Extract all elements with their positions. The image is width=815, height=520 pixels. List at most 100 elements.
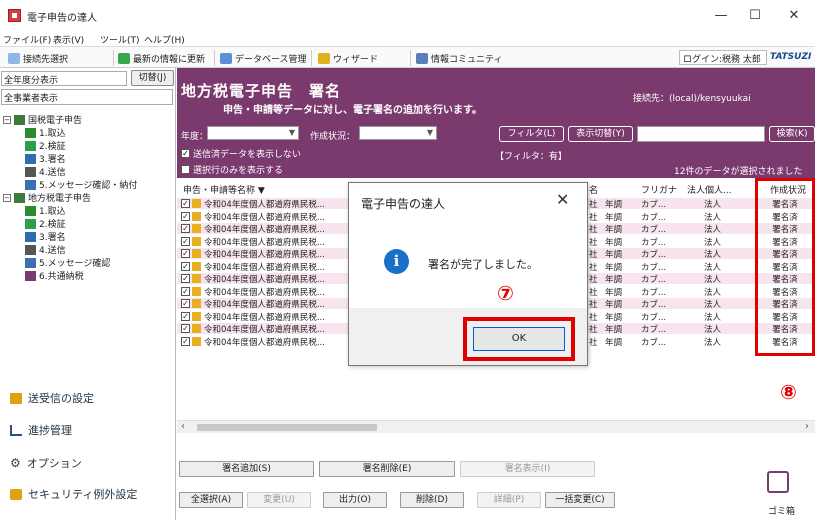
change-button[interactable]: 変更(U) — [247, 492, 311, 508]
menu-view[interactable]: 表示(V) — [53, 33, 84, 46]
collapse-icon[interactable]: − — [3, 115, 11, 124]
row-checkbox-icon[interactable]: ✓ — [181, 274, 190, 283]
scroll-thumb[interactable] — [197, 424, 377, 431]
tree-local-common-tax[interactable]: 6.共通納税 — [3, 269, 175, 282]
folder-icon — [14, 114, 25, 125]
row-type: 法人 — [704, 212, 722, 223]
nav-options[interactable]: ⚙ オプション — [10, 455, 82, 471]
row-col3: 年調 — [605, 287, 623, 298]
tree-national-send[interactable]: 4.送信 — [3, 165, 175, 178]
toolbar-separator — [214, 50, 215, 66]
hide-sent-checkbox[interactable]: ✓ 送信済データを表示しない — [181, 147, 301, 160]
row-checkbox-icon[interactable]: ✓ — [181, 261, 190, 271]
show-signature-button[interactable]: 署名表示(I) — [460, 461, 595, 477]
output-button[interactable]: 出力(O) — [323, 492, 387, 508]
scroll-right-icon[interactable]: › — [805, 421, 809, 432]
document-icon — [192, 274, 201, 283]
row-col2: 社 — [589, 312, 598, 323]
close-button[interactable]: ✕ — [779, 6, 809, 26]
detail-button[interactable]: 詳細(P) — [477, 492, 541, 508]
row-furigana: カブ... — [641, 275, 667, 285]
row-checkbox-icon[interactable]: ✓ — [181, 311, 190, 321]
row-col2: 社 — [589, 250, 598, 260]
tree-national-sign[interactable]: 3.署名 — [3, 152, 175, 165]
step-8-marker: ⑧ — [780, 380, 797, 404]
row-furigana: カブ... — [641, 312, 667, 323]
tree-local-message[interactable]: 5.メッセージ確認 — [3, 256, 175, 269]
row-checkbox-icon[interactable]: ✓ — [181, 199, 190, 208]
search-button[interactable]: 検索(K) — [769, 126, 815, 142]
horizontal-scrollbar[interactable]: ‹ › — [177, 420, 815, 433]
show-selected-checkbox[interactable]: 選択行のみを表示する — [181, 163, 283, 176]
delete-button[interactable]: 削除(D) — [400, 492, 464, 508]
dialog-close-icon[interactable]: ✕ — [556, 190, 569, 209]
nav-tree: − 国税電子申告 1.取込 2.検証 3.署名 4.送信 5.メッセージ確認・納… — [3, 113, 175, 282]
row-checkbox-icon[interactable]: ✓ — [181, 324, 190, 333]
col-header-type[interactable]: 法人個人... — [687, 183, 732, 196]
row-checkbox-icon[interactable]: ✓ — [181, 336, 190, 346]
row-col2: 社 — [589, 300, 598, 310]
row-checkbox-icon[interactable]: ✓ — [181, 249, 190, 258]
collapse-icon[interactable]: − — [3, 193, 11, 202]
folder-icon — [14, 192, 25, 203]
progress-icon — [10, 424, 22, 436]
delete-signature-button[interactable]: 署名削除(E) — [319, 461, 455, 477]
nav-progress[interactable]: 進捗管理 — [10, 422, 72, 438]
connection-select-button[interactable]: 接続先選択 — [8, 51, 68, 65]
toolbar-separator — [113, 50, 114, 66]
status-select[interactable]: ▼ — [359, 126, 437, 140]
row-col2: 社 — [589, 262, 598, 273]
row-name: 令和04年度個人都道府県民税... — [204, 262, 325, 273]
tree-local-send[interactable]: 4.送信 — [3, 243, 175, 256]
filter-button[interactable]: フィルタ(L) — [499, 126, 564, 142]
nav-transmit-settings[interactable]: 送受信の設定 — [10, 390, 94, 406]
minimize-button[interactable]: — — [706, 6, 736, 26]
document-icon — [192, 286, 201, 296]
gear-icon: ⚙ — [10, 456, 21, 470]
bulk-change-button[interactable]: 一括変更(C) — [545, 492, 615, 508]
chevron-down-icon: ▼ — [426, 128, 433, 137]
document-icon — [192, 324, 201, 333]
add-signature-button[interactable]: 署名追加(S) — [179, 461, 314, 477]
community-button[interactable]: 情報コミュニティ — [416, 51, 502, 65]
wizard-button[interactable]: ウィザード — [318, 51, 378, 65]
col-header-name2[interactable]: 名 — [589, 183, 598, 196]
col-header-furigana[interactable]: フリガナ — [641, 183, 677, 196]
menu-help[interactable]: ヘルプ(H) — [144, 33, 185, 46]
ok-button[interactable]: OK — [473, 327, 565, 351]
tree-local[interactable]: − 地方税電子申告 — [3, 191, 175, 204]
checkbox-checked-icon: ✓ — [181, 149, 190, 158]
info-icon: i — [384, 249, 409, 274]
nav-security-exceptions[interactable]: セキュリティ例外設定 — [10, 486, 137, 502]
display-switch-button[interactable]: 表示切替(Y) — [568, 126, 633, 142]
menu-tools[interactable]: ツール(T) — [100, 33, 140, 46]
row-checkbox-icon[interactable]: ✓ — [181, 236, 190, 246]
tree-local-sign[interactable]: 3.署名 — [3, 230, 175, 243]
tree-national[interactable]: − 国税電子申告 — [3, 113, 175, 126]
update-latest-button[interactable]: 最新の情報に更新 — [118, 51, 205, 65]
tree-local-import[interactable]: 1.取込 — [3, 204, 175, 217]
trash-icon[interactable] — [767, 471, 789, 493]
switch-button[interactable]: 切替(J) — [131, 70, 174, 86]
sign-icon — [25, 231, 36, 242]
tree-local-verify[interactable]: 2.検証 — [3, 217, 175, 230]
row-name: 令和04年度個人都道府県民税... — [204, 212, 325, 223]
tree-national-message[interactable]: 5.メッセージ確認・納付 — [3, 178, 175, 191]
maximize-button[interactable]: ☐ — [740, 6, 770, 26]
menu-file[interactable]: ファイル(F) — [3, 33, 51, 46]
tree-national-verify[interactable]: 2.検証 — [3, 139, 175, 152]
row-checkbox-icon[interactable]: ✓ — [181, 224, 190, 233]
scroll-left-icon[interactable]: ‹ — [181, 421, 185, 432]
row-checkbox-icon[interactable]: ✓ — [181, 299, 190, 308]
year-select[interactable]: ▼ — [207, 126, 299, 140]
row-checkbox-icon[interactable]: ✓ — [181, 286, 190, 296]
select-all-button[interactable]: 全選択(A) — [179, 492, 243, 508]
year-display: 全年度分表示 — [1, 71, 127, 86]
col-header-name[interactable]: 申告・申請等名称 ▼ — [183, 183, 265, 196]
tree-national-import[interactable]: 1.取込 — [3, 126, 175, 139]
document-icon — [192, 224, 201, 233]
row-furigana: カブ... — [641, 287, 667, 298]
filter-input[interactable] — [637, 126, 765, 142]
row-checkbox-icon[interactable]: ✓ — [181, 211, 190, 221]
db-manage-button[interactable]: データベース管理 — [220, 51, 307, 65]
